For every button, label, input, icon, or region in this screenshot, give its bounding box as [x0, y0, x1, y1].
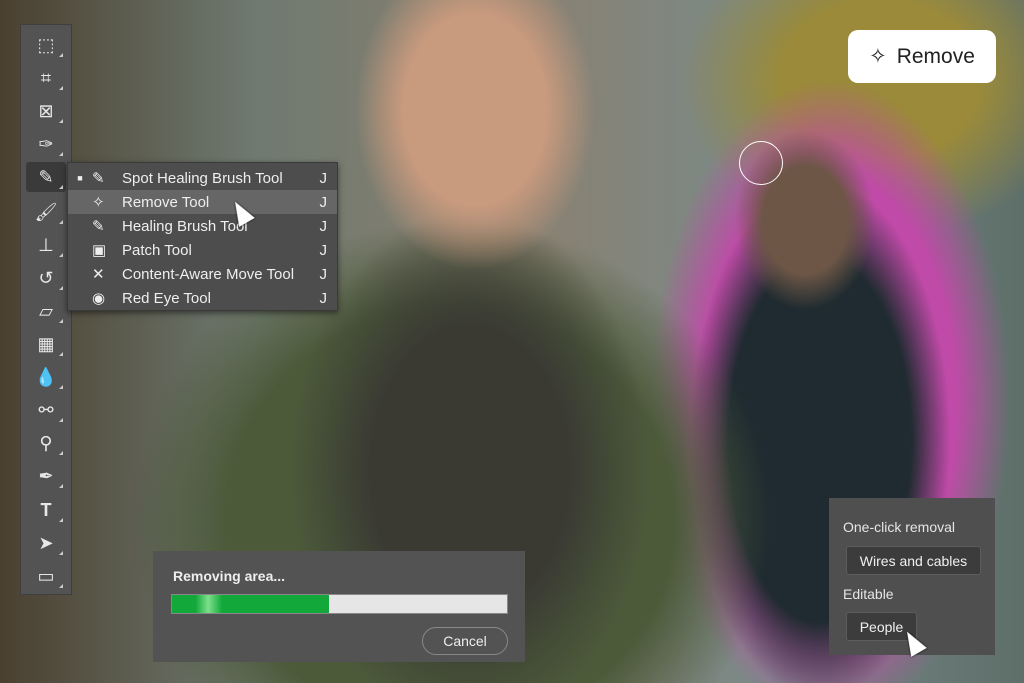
healing-brush-icon: ✎	[92, 218, 105, 235]
blur-tool-icon[interactable]: 💧	[26, 362, 66, 392]
rectangle-tool-icon[interactable]: ▭	[26, 561, 66, 591]
progress-bar	[171, 594, 508, 614]
progress-fill	[172, 595, 330, 613]
cancel-button[interactable]: Cancel	[422, 627, 508, 655]
menu-item-content-aware-move[interactable]: ✕ Content-Aware Move Tool J	[68, 262, 337, 286]
brush-cursor-ring	[739, 141, 783, 185]
shortcut: J	[319, 265, 328, 283]
brush-tool-icon[interactable]: 🖌	[26, 197, 66, 227]
menu-item-label: Healing Brush Tool	[122, 217, 248, 235]
progress-title: Removing area...	[173, 568, 286, 584]
pen-tool-icon[interactable]: ✒	[26, 461, 66, 491]
menu-item-healing-brush[interactable]: ✎ Healing Brush Tool J	[68, 214, 337, 238]
menu-item-label: Spot Healing Brush Tool	[122, 169, 283, 187]
shortcut: J	[319, 193, 328, 211]
one-click-heading: One-click removal	[843, 519, 956, 535]
gradient-tool-icon[interactable]: ▦	[26, 329, 66, 359]
remove-tool-icon: ✧	[869, 45, 887, 68]
menu-item-label: Patch Tool	[122, 241, 192, 259]
crop-tool-icon[interactable]: ⌗	[26, 63, 66, 93]
red-eye-icon: ◉	[92, 290, 106, 307]
healing-tools-flyout: ■ ✎ Spot Healing Brush Tool J ✧ Remove Tool J…	[67, 162, 338, 311]
eyedropper-tool-icon[interactable]: ✑	[26, 129, 66, 159]
selected-indicator-icon: ■	[77, 173, 83, 183]
move-tool-icon[interactable]: ⬚	[26, 30, 66, 60]
menu-item-remove-tool[interactable]: ✧ Remove Tool J	[68, 190, 337, 214]
stamp-tool-icon[interactable]: ⊥	[26, 230, 66, 260]
frame-tool-icon[interactable]: ⊠	[26, 96, 66, 126]
progress-dialog: Removing area... Cancel	[153, 551, 525, 662]
spot-healing-tool-icon[interactable]: ✎	[26, 162, 66, 192]
eraser-tool-icon[interactable]: ▱	[26, 296, 66, 326]
history-brush-tool-icon[interactable]: ↺	[26, 263, 66, 293]
wires-and-cables-button[interactable]: Wires and cables	[846, 546, 981, 575]
menu-item-spot-healing[interactable]: ■ ✎ Spot Healing Brush Tool J	[68, 166, 337, 190]
smudge-tool-icon[interactable]: ⚯	[26, 395, 66, 425]
editable-heading: Editable	[843, 586, 894, 602]
dodge-tool-icon[interactable]: ⚲	[26, 428, 66, 458]
shortcut: J	[319, 169, 328, 187]
tools-panel: ⬚ ⌗ ⊠ ✑ ✎ 🖌 ⊥ ↺ ▱ ▦ 💧 ⚯ ⚲ ✒ T ➤ ▭	[20, 24, 72, 595]
remove-badge-label: Remove	[896, 44, 975, 68]
shortcut: J	[319, 217, 328, 235]
patch-tool-icon: ▣	[92, 242, 107, 259]
path-select-tool-icon[interactable]: ➤	[26, 528, 66, 558]
type-tool-icon[interactable]: T	[26, 495, 66, 525]
menu-item-patch-tool[interactable]: ▣ Patch Tool J	[68, 238, 337, 262]
remove-tool-icon: ✧	[92, 194, 105, 211]
menu-item-red-eye[interactable]: ◉ Red Eye Tool J	[68, 286, 337, 310]
remove-badge: ✧ Remove	[848, 30, 996, 83]
menu-item-label: Content-Aware Move Tool	[122, 265, 295, 283]
shortcut: J	[319, 241, 328, 259]
shortcut: J	[319, 289, 328, 307]
content-aware-move-icon: ✕	[92, 266, 105, 283]
menu-item-label: Remove Tool	[122, 193, 210, 211]
menu-item-label: Red Eye Tool	[122, 289, 211, 307]
spot-healing-icon: ✎	[92, 170, 105, 187]
